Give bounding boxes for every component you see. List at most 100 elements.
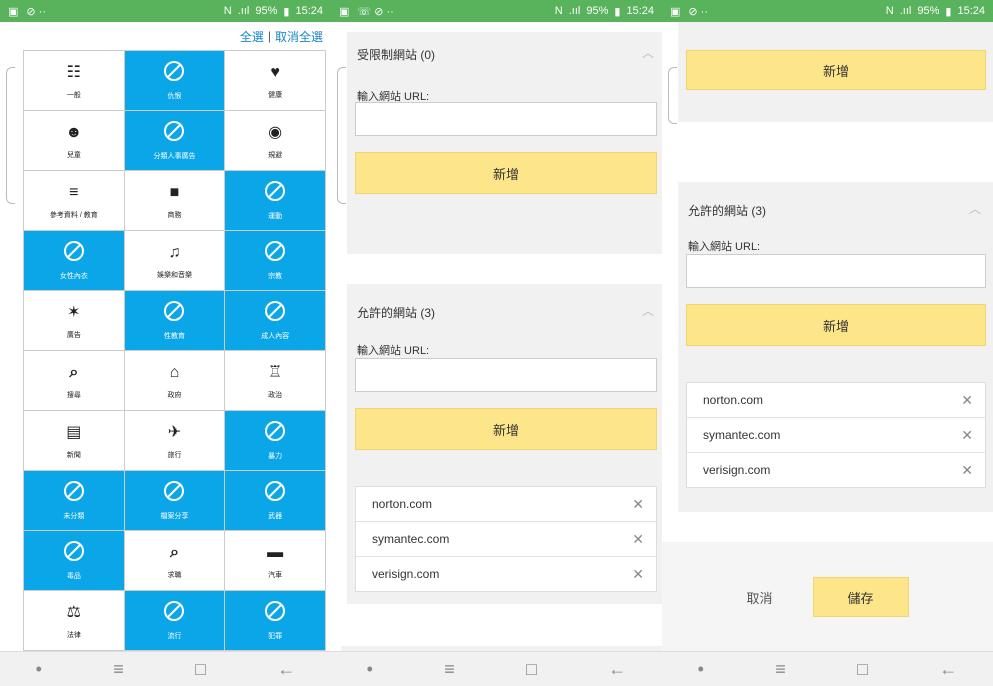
save-button[interactable]: 儲存 [812,577,909,617]
blocked-icon [164,60,185,81]
category-cell[interactable]: 宗教 [225,231,326,291]
remove-icon[interactable]: ✕ [632,566,644,583]
blocked-icon [265,420,286,441]
category-cell[interactable]: 流行 [124,591,226,651]
category-label: 一般 [66,91,81,99]
category-cell[interactable]: 暴力 [225,411,326,471]
category-label: 廣告 [66,331,81,339]
category-cell[interactable]: ⌕ 搜尋 [24,351,125,411]
category-cell[interactable]: 檔案分享 [124,471,226,531]
nav-dot-icon[interactable]: • [698,659,704,680]
remove-icon[interactable]: ✕ [632,496,644,513]
remove-icon[interactable]: ✕ [961,427,973,444]
scroll-edge-indicator [6,67,15,204]
category-cell[interactable]: ⌂ 政府 [124,351,226,411]
category-cell[interactable]: 犯罪 [225,591,326,651]
restricted-url-input[interactable] [355,102,657,136]
category-label: 仇恨 [167,92,182,100]
category-label: 商務 [167,211,182,219]
phone-icon: ☏ ⊘ ·· [357,5,394,18]
restricted-add-button[interactable]: 新增 [686,50,986,90]
select-all-link[interactable]: 全選 [240,28,264,45]
allowed-add-button[interactable]: 新增 [686,304,986,346]
home-icon[interactable]: □ [526,659,537,680]
category-cell[interactable]: ♫ 娛樂和音樂 [124,231,226,291]
chevron-up-icon[interactable]: ︿ [642,302,654,319]
category-label: 流行 [167,632,182,640]
category-cell[interactable]: ◉ 規避 [225,111,326,171]
allowed-add-button[interactable]: 新增 [355,408,657,450]
nav-dot-icon[interactable]: • [367,659,373,680]
recent-apps-icon[interactable]: ≡ [775,659,786,680]
site-name: symantec.com [372,532,450,546]
category-cell[interactable]: ■ 商務 [124,171,226,231]
back-icon[interactable]: ← [608,659,626,680]
remove-icon[interactable]: ✕ [961,462,973,479]
category-icon: ▬ [267,543,284,561]
nav-dot-icon[interactable]: • [36,659,42,680]
category-cell[interactable]: 成人內容 [225,291,326,351]
recent-apps-icon[interactable]: ≡ [444,659,455,680]
clock: 15:24 [295,5,323,17]
category-cell[interactable]: 運動 [225,171,326,231]
category-cell[interactable]: 女性內衣 [24,231,125,291]
recent-apps-icon[interactable]: ≡ [113,659,124,680]
chevron-up-icon[interactable]: ︿ [969,200,981,217]
clock: 15:24 [957,5,985,17]
category-cell[interactable]: ☻ 兒童 [24,111,125,171]
panel-sites: ▣ ☏ ⊘ ·· N .ııl 95% ▮ 15:24 受限制網站 (0) ︿ 輸入網站 … [331,0,662,686]
restricted-add-button[interactable]: 新增 [355,152,657,194]
category-icon: ⌂ [169,363,180,381]
category-icon: ✈ [167,423,182,441]
category-cell[interactable]: ♥ 健康 [225,51,326,111]
remove-icon[interactable]: ✕ [961,392,973,409]
scroll-edge-indicator [337,67,346,204]
category-label: 暴力 [268,452,283,460]
category-cell[interactable]: 毒品 [24,531,125,591]
allowed-url-input[interactable] [686,254,986,288]
status-bar: ▣ ⊘ ·· N .ııl 95% ▮ 15:24 [662,0,993,22]
allowed-url-input[interactable] [355,358,657,392]
category-cell[interactable]: ✶ 廣告 [24,291,125,351]
category-cell[interactable]: 性教育 [124,291,226,351]
category-cell[interactable]: 仇恨 [124,51,226,111]
home-icon[interactable]: □ [195,659,206,680]
panel-categories: ▣ ⊘ ·· N .ııl 95% ▮ 15:24 全選 | 取消全選 ☷ 一般 仇恨 ♥ 健康 ☻… [0,0,331,686]
battery-level: 95% [586,5,609,17]
category-cell[interactable]: 未分類 [24,471,125,531]
category-icon: ♥ [270,63,280,81]
category-cell[interactable]: ≡ 參考資料 / 教育 [24,171,125,231]
category-cell[interactable]: 武器 [225,471,326,531]
category-cell[interactable]: ☷ 一般 [24,51,125,111]
category-cell[interactable]: ▤ 新聞 [24,411,125,471]
category-label: 政治 [268,391,283,399]
allowed-title: 允許的網站 (3) [688,204,767,218]
category-label: 旅行 [167,451,182,459]
category-label: 成人內容 [261,332,290,340]
category-label: 法律 [66,631,81,639]
category-label: 兒童 [66,151,81,159]
category-icon: ⚖ [66,603,81,621]
remove-icon[interactable]: ✕ [632,531,644,548]
category-cell[interactable]: 分類人事廣告 [124,111,226,171]
category-label: 規避 [268,151,283,159]
deselect-all-link[interactable]: 取消全選 [275,28,323,45]
back-icon[interactable]: ← [939,659,957,680]
cancel-button[interactable]: 取消 [746,588,772,607]
category-cell[interactable]: ♖ 政治 [225,351,326,411]
category-label: 分類人事廣告 [153,152,196,160]
home-icon[interactable]: □ [857,659,868,680]
category-cell[interactable]: ✈ 旅行 [124,411,226,471]
category-label: 政府 [167,391,182,399]
chevron-up-icon[interactable]: ︿ [642,44,654,61]
category-cell[interactable]: ⌕ 求職 [124,531,226,591]
blocked-icon [164,600,185,621]
category-cell[interactable]: ⚖ 法律 [24,591,125,651]
notification-icon: ⊘ ·· [688,5,709,18]
back-icon[interactable]: ← [277,659,295,680]
category-cell[interactable]: ▬ 汽車 [225,531,326,591]
site-name: norton.com [703,393,764,407]
category-label: 娛樂和音樂 [156,271,192,279]
site-name: norton.com [372,497,433,511]
nav-bar: • ≡ □ ← [331,651,662,686]
